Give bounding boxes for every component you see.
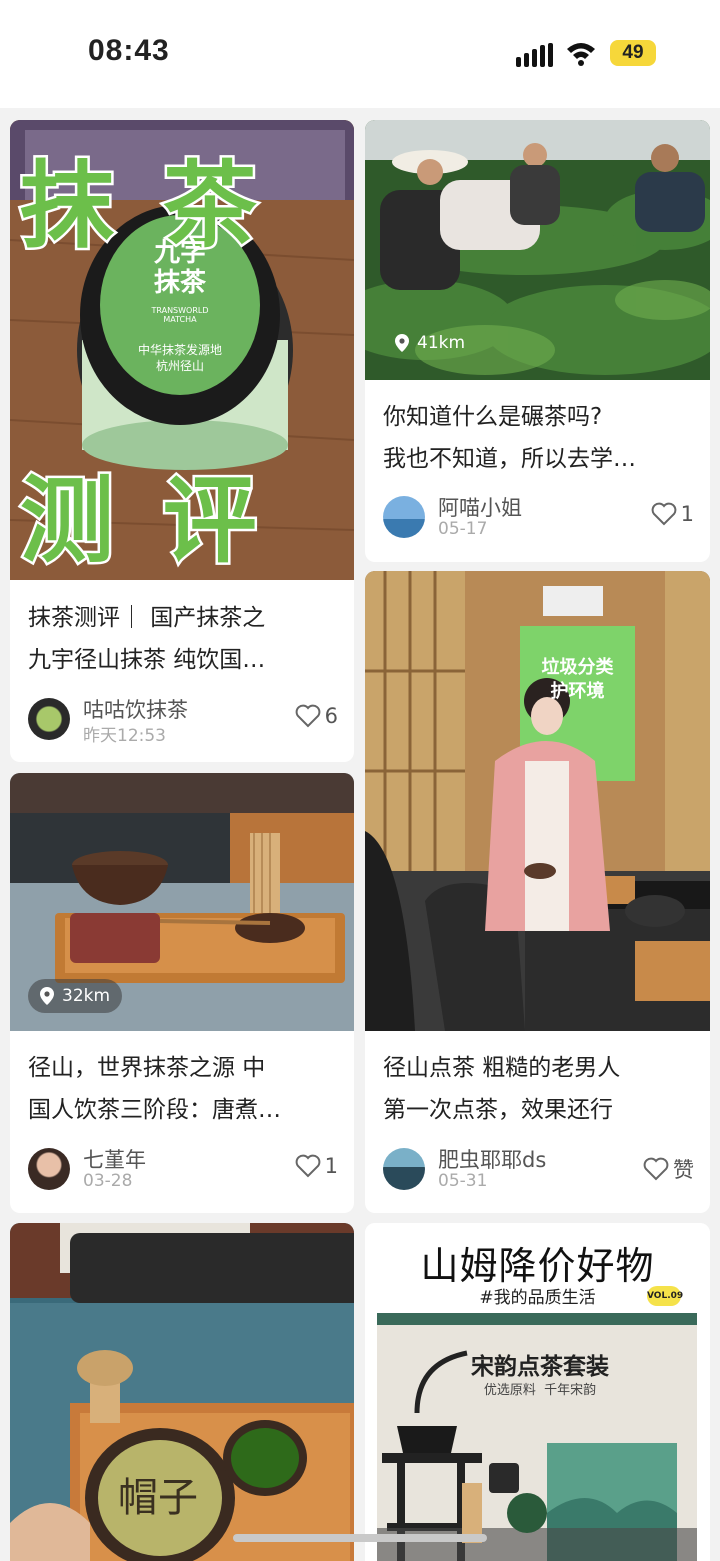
avatar [28,698,70,740]
like-count: 6 [324,704,338,728]
card-cover-image: 32km [10,773,354,1031]
feed-card[interactable]: 山姆降价好物 #我的品质生活 VOL.09 宋韵点茶套装 优选原料 千年宋韵 [365,1223,710,1561]
distance-badge: 32km [28,979,123,1013]
like-count: 1 [324,1154,338,1178]
card-author[interactable]: 阿喵小姐 05-17 1 [383,494,694,540]
feed-card[interactable]: 帽子 [10,1223,354,1561]
avatar [28,1148,70,1190]
like-button[interactable]: 赞 [643,1154,694,1184]
card-title: 径山，世界抹茶之源 中国人饮茶三阶段：唐煮… [28,1055,281,1123]
author-name: 七堇年 [83,1148,146,1172]
like-count: 赞 [673,1158,694,1182]
location-pin-icon [40,987,54,1005]
author-name: 肥虫耶耶ds [438,1148,547,1172]
location-pin-icon [395,334,409,352]
feed-card[interactable]: 垃圾分类 护环境 径山点茶 粗糙的老男人 第一次点茶，效果还行 肥虫耶耶ds 05… [365,571,710,1213]
card-cover-image: 山姆降价好物 #我的品质生活 VOL.09 宋韵点茶套装 优选原料 千年宋韵 [365,1223,710,1561]
distance-badge: 41km [383,326,477,360]
heart-icon [295,704,321,728]
cover-title-bottom: 测 评 [18,464,265,579]
post-date: 05-17 [438,519,488,539]
post-date: 03-28 [83,1171,133,1191]
like-button[interactable]: 6 [295,704,338,728]
card-author[interactable]: 肥虫耶耶ds 05-31 赞 [383,1146,694,1192]
post-date: 昨天12:53 [83,726,166,746]
like-button[interactable]: 1 [651,502,694,526]
card-title: 径山点茶 粗糙的老男人 第一次点茶，效果还行 [383,1055,621,1123]
lid-subtitle: 中华抹茶发源地 杭州径山 [137,343,222,373]
author-name: 阿喵小姐 [438,496,522,520]
heart-icon [651,502,677,526]
card-title: 抹茶测评｜ 国产抹茶之 九宇径山抹茶 纯饮国… [28,605,266,673]
status-time: 08:43 [88,34,170,67]
card-author[interactable]: 咕咕饮抹茶 昨天12:53 6 [28,696,338,746]
post-date: 05-31 [438,1171,488,1191]
ad-caption: 优选原料 千年宋韵 [483,1383,597,1398]
status-bar: 08:43 49 [0,0,720,108]
card-author[interactable]: 七堇年 03-28 1 [28,1146,338,1192]
heart-icon [295,1154,321,1178]
battery-icon: 49 [610,40,656,66]
feed-card[interactable]: 抹 茶 九字 抹茶 TRANSWORLD MATCHA 中华抹茶发源地 杭州径山… [10,120,354,762]
card-cover-image: 垃圾分类 护环境 [365,571,710,1031]
card-cover-image: 41km [365,120,710,380]
feed-card[interactable]: 41km 你知道什么是碾茶吗? 我也不知道，所以去学… 阿喵小姐 05-17 1 [365,120,710,562]
like-count: 1 [680,502,694,526]
card-cover-image: 抹 茶 九字 抹茶 TRANSWORLD MATCHA 中华抹茶发源地 杭州径山… [10,120,354,580]
home-indicator[interactable] [233,1534,487,1542]
card-title: 你知道什么是碾茶吗? 我也不知道，所以去学… [383,404,636,472]
vol-badge: VOL.09 [647,1286,683,1306]
author-name: 咕咕饮抹茶 [83,698,188,722]
avatar [383,1148,425,1190]
lid-english: TRANSWORLD MATCHA [151,306,209,324]
cellular-signal-icon [516,43,556,67]
ad-headline: 山姆降价好物 [420,1244,655,1288]
feed-card[interactable]: 32km 径山，世界抹茶之源 中国人饮茶三阶段：唐煮… 七堇年 03-28 1 [10,773,354,1213]
ad-subtitle: 宋韵点茶套装 [471,1354,609,1380]
like-button[interactable]: 1 [295,1154,338,1178]
heart-icon [643,1157,669,1181]
bowl-text: 帽子 [118,1475,198,1521]
wifi-icon [567,43,595,66]
lid-brand: 九字 抹茶 [153,238,206,298]
card-cover-image: 帽子 [10,1223,354,1561]
poster-line-2: 护环境 [550,681,605,702]
avatar [383,496,425,538]
poster-line-1: 垃圾分类 [541,657,614,678]
